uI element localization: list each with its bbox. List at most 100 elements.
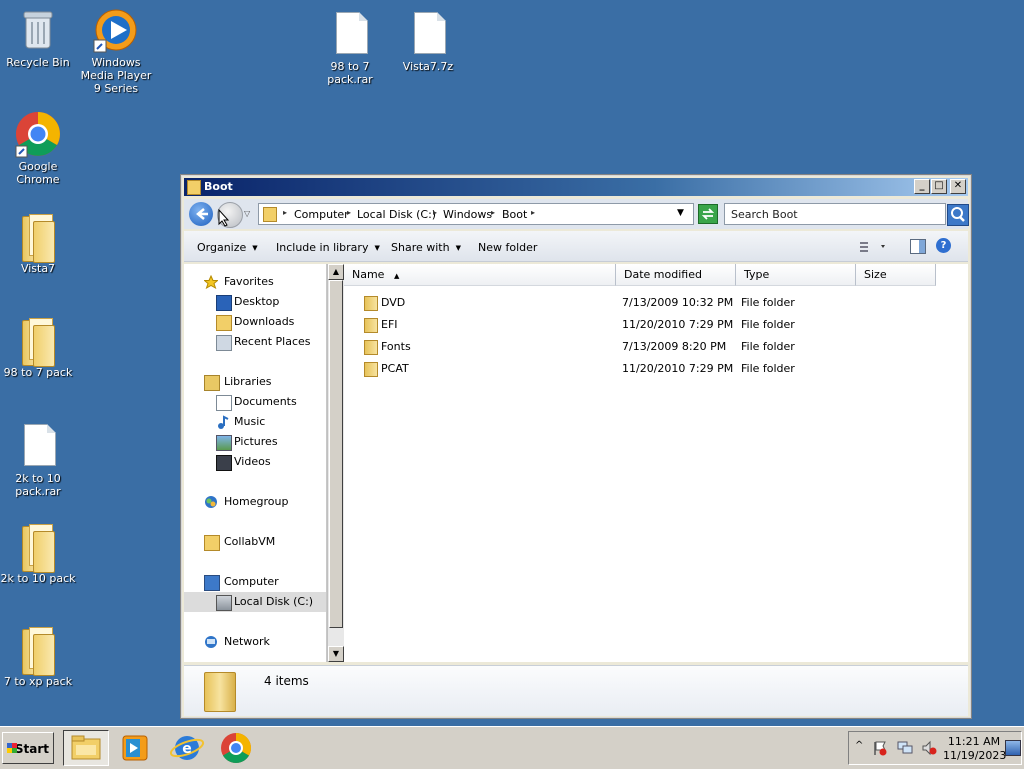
share-with-menu[interactable]: Share with ▼ bbox=[391, 241, 461, 254]
item-count: 4 items bbox=[264, 674, 309, 688]
breadcrumb-local-disk[interactable]: Local Disk (C:) bbox=[357, 208, 436, 221]
volume-muted-icon[interactable] bbox=[921, 740, 937, 756]
minimize-button[interactable]: _ bbox=[914, 179, 930, 194]
nav-favorites[interactable]: Favorites bbox=[184, 272, 326, 292]
scroll-down-button[interactable]: ▼ bbox=[328, 646, 344, 662]
file-row[interactable]: Fonts 7/13/2009 8:20 PM File folder bbox=[344, 336, 968, 358]
desktop-icon-label: Windows Media Player 9 Series bbox=[80, 56, 152, 95]
maximize-button[interactable]: □ bbox=[931, 179, 947, 194]
back-button[interactable] bbox=[189, 202, 213, 226]
scroll-up-button[interactable]: ▲ bbox=[328, 264, 344, 280]
file-row[interactable]: PCAT 11/20/2010 7:29 PM File folder bbox=[344, 358, 968, 380]
file-row[interactable]: DVD 7/13/2009 10:32 PM File folder bbox=[344, 292, 968, 314]
desktop-icon-vista7[interactable]: Vista7 bbox=[0, 212, 76, 275]
start-button[interactable]: Start bbox=[2, 732, 54, 764]
include-label: Include in library bbox=[276, 241, 369, 254]
desktop-icon-2k-to-10-pack-rar[interactable]: 2k to 10 pack.rar bbox=[0, 422, 76, 498]
address-bar[interactable]: ▸ Computer ▸ Local Disk (C:) ▸ Windows ▸… bbox=[258, 203, 694, 225]
file-type: File folder bbox=[741, 340, 795, 353]
column-header-type[interactable]: Type bbox=[736, 264, 856, 286]
history-dropdown-icon[interactable]: ▽ bbox=[244, 209, 250, 218]
action-center-flag-icon[interactable] bbox=[873, 740, 887, 756]
refresh-icon bbox=[701, 208, 715, 220]
help-button[interactable]: ? bbox=[936, 238, 951, 253]
chevron-down-icon: ▼ bbox=[252, 244, 258, 252]
chevron-right-icon[interactable]: ▸ bbox=[531, 208, 535, 217]
column-header-name[interactable]: Name ▲ bbox=[344, 264, 616, 286]
file-date: 7/13/2009 8:20 PM bbox=[622, 340, 727, 353]
show-hidden-icons-button[interactable]: ^ bbox=[855, 740, 863, 751]
taskbar-chrome-button[interactable] bbox=[214, 730, 260, 766]
media-center-icon bbox=[122, 735, 148, 761]
organize-menu[interactable]: Organize ▼ bbox=[197, 241, 258, 254]
file-type: File folder bbox=[741, 296, 795, 309]
breadcrumb-windows[interactable]: Windows bbox=[443, 208, 492, 221]
nav-local-disk[interactable]: Local Disk (C:) bbox=[184, 592, 326, 612]
taskbar-explorer-button[interactable] bbox=[63, 730, 109, 766]
downloads-folder-icon bbox=[216, 315, 232, 331]
nav-recent-places[interactable]: Recent Places bbox=[184, 332, 326, 352]
nav-desktop[interactable]: Desktop bbox=[184, 292, 326, 312]
search-input[interactable]: Search Boot bbox=[724, 203, 946, 225]
clock[interactable]: 11:21 AM 11/19/2023 bbox=[943, 735, 1006, 763]
nav-videos[interactable]: Videos bbox=[184, 452, 326, 472]
file-name: EFI bbox=[381, 318, 398, 331]
column-header-size[interactable]: Size bbox=[856, 264, 936, 286]
chevron-right-icon[interactable]: ▸ bbox=[347, 208, 351, 217]
system-tray: ^ 11:21 AM 11/19/2023 bbox=[848, 731, 1022, 765]
chevron-right-icon[interactable]: ▸ bbox=[491, 208, 495, 217]
desktop-icon-7-to-xp-pack[interactable]: 7 to xp pack bbox=[0, 625, 76, 688]
desktop-icon-windows-media-player[interactable]: Windows Media Player 9 Series bbox=[78, 6, 154, 95]
folder-icon bbox=[364, 318, 378, 333]
address-dropdown-icon[interactable]: ▼ bbox=[677, 208, 684, 218]
new-folder-button[interactable]: New folder bbox=[478, 241, 537, 254]
nav-libraries[interactable]: Libraries bbox=[184, 372, 326, 392]
nav-documents[interactable]: Documents bbox=[184, 392, 326, 412]
search-button[interactable] bbox=[947, 204, 969, 226]
chevron-right-icon[interactable]: ▸ bbox=[283, 208, 287, 217]
column-header-date-modified[interactable]: Date modified bbox=[616, 264, 736, 286]
show-desktop-button[interactable] bbox=[1005, 740, 1021, 756]
file-name: DVD bbox=[381, 296, 406, 309]
desktop-icon-vista7-7z[interactable]: Vista7.7z bbox=[390, 10, 466, 73]
nav-label: Documents bbox=[234, 395, 297, 408]
nav-collabvm[interactable]: CollabVM bbox=[184, 532, 326, 552]
taskbar-internet-explorer-button[interactable]: e bbox=[165, 730, 211, 766]
nav-computer[interactable]: Computer bbox=[184, 572, 326, 592]
view-options-button[interactable] bbox=[858, 240, 888, 254]
desktop-icon-label: 7 to xp pack bbox=[3, 675, 73, 688]
chevron-right-icon[interactable]: ▸ bbox=[433, 208, 437, 217]
explorer-window: Boot _ □ ✕ ▽ ▸ Computer ▸ Local Disk (C:… bbox=[180, 174, 972, 719]
documents-icon bbox=[216, 395, 232, 411]
libraries-icon bbox=[204, 375, 220, 391]
close-button[interactable]: ✕ bbox=[950, 179, 966, 194]
nav-music[interactable]: Music bbox=[184, 412, 326, 432]
refresh-button[interactable] bbox=[698, 204, 718, 224]
nav-downloads[interactable]: Downloads bbox=[184, 312, 326, 332]
taskbar-media-player-button[interactable] bbox=[113, 730, 159, 766]
desktop-icon-google-chrome[interactable]: Google Chrome bbox=[0, 110, 76, 186]
breadcrumb-boot[interactable]: Boot bbox=[502, 208, 527, 221]
network-tray-icon[interactable] bbox=[897, 740, 913, 756]
title-bar[interactable]: Boot _ □ ✕ bbox=[184, 178, 968, 196]
nav-label: Favorites bbox=[224, 275, 274, 288]
details-pane: 4 items bbox=[184, 665, 968, 716]
desktop-icon-98-to-7-pack[interactable]: 98 to 7 pack bbox=[0, 316, 76, 379]
folder-icon bbox=[364, 296, 378, 311]
include-in-library-menu[interactable]: Include in library ▼ bbox=[276, 241, 380, 254]
collabvm-folder-icon bbox=[204, 535, 220, 551]
clock-time: 11:21 AM bbox=[947, 735, 1001, 748]
nav-pictures[interactable]: Pictures bbox=[184, 432, 326, 452]
desktop-icon-98-to-7-pack-rar[interactable]: 98 to 7 pack.rar bbox=[312, 10, 388, 86]
navigation-pane: Favorites Desktop Downloads Recent Place… bbox=[184, 264, 327, 662]
file-row[interactable]: EFI 11/20/2010 7:29 PM File folder bbox=[344, 314, 968, 336]
scroll-thumb[interactable] bbox=[329, 280, 343, 628]
desktop-icon-recycle-bin[interactable]: Recycle Bin bbox=[0, 6, 76, 69]
nav-homegroup[interactable]: Homegroup bbox=[184, 492, 326, 512]
folder-icon bbox=[364, 340, 378, 355]
desktop-icon-2k-to-10-pack[interactable]: 2k to 10 pack bbox=[0, 522, 76, 585]
nav-network[interactable]: Network bbox=[184, 632, 326, 652]
preview-pane-button[interactable] bbox=[910, 239, 926, 254]
breadcrumb-computer[interactable]: Computer bbox=[294, 208, 349, 221]
navigation-scrollbar[interactable]: ▲ ▼ bbox=[327, 264, 344, 662]
